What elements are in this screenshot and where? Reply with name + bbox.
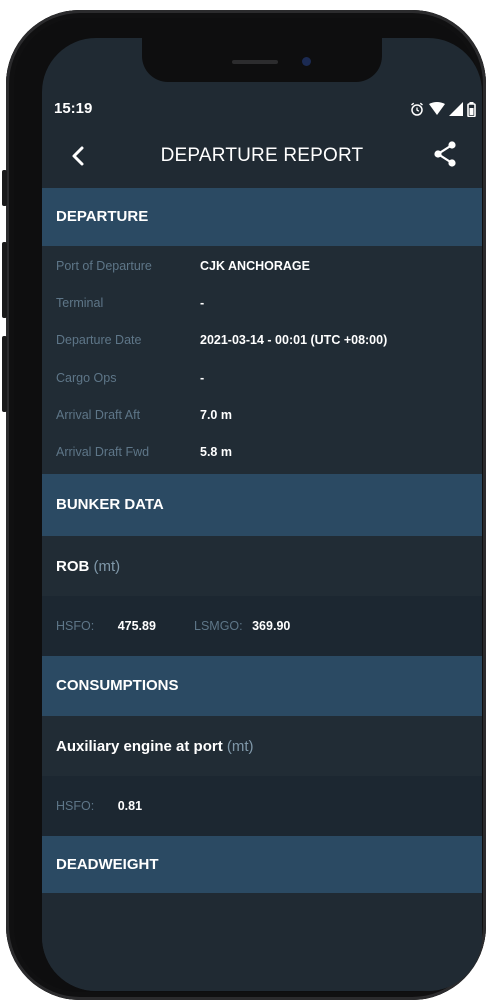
volume-down-button — [2, 336, 7, 412]
rob-title: ROB (mt) — [56, 558, 120, 575]
aux-engine-header: Auxiliary engine at port (mt) — [42, 716, 482, 776]
volume-up-button — [2, 242, 7, 318]
rob-header: ROB (mt) — [42, 536, 482, 596]
section-consumptions: CONSUMPTIONS — [42, 656, 482, 716]
side-button — [2, 170, 7, 206]
field-port-of-departure: Port of Departure CJK ANCHORAGE — [56, 259, 482, 279]
rob-label: ROB — [56, 558, 90, 575]
section-departure: DEPARTURE — [42, 188, 482, 246]
field-value: 5.8 m — [200, 445, 232, 459]
empty-area — [42, 893, 482, 991]
alarm-icon — [411, 102, 423, 116]
speaker — [232, 60, 278, 64]
aux-hsfo: HSFO: 0.81 — [56, 799, 142, 813]
aux-hsfo-value: 0.81 — [117, 799, 143, 813]
rob-values: HSFO: 475.89 LSMGO: 369.90 — [42, 596, 482, 656]
aux-engine-unit: (mt) — [226, 738, 254, 755]
status-time: 15:19 — [54, 100, 93, 117]
aux-engine-label: Auxiliary engine at port — [56, 738, 223, 755]
field-value: 7.0 m — [200, 408, 232, 422]
field-value: 2021-03-14 - 00:01 (UTC +08:00) — [200, 333, 388, 347]
rob-hsfo-value: 475.89 — [117, 619, 156, 633]
camera — [302, 57, 311, 66]
field-terminal: Terminal - — [56, 296, 482, 316]
rob-hsfo-label: HSFO: — [56, 619, 95, 633]
section-bunker-title: BUNKER DATA — [56, 496, 164, 513]
battery-icon — [467, 101, 476, 117]
signal-icon — [449, 102, 463, 116]
field-label: Port of Departure — [56, 259, 152, 273]
field-label: Departure Date — [56, 333, 142, 347]
field-cargo-ops: Cargo Ops - — [56, 371, 482, 391]
phone-frame: 15:19 DEPARTURE REPORT DEPARTURE Port of… — [2, 10, 486, 1000]
section-deadweight-title: DEADWEIGHT — [56, 856, 159, 873]
status-icons — [409, 98, 476, 120]
notch — [142, 38, 382, 82]
app-header: DEPARTURE REPORT — [42, 128, 482, 186]
page-title: DEPARTURE REPORT — [160, 145, 364, 166]
app-screen: 15:19 DEPARTURE REPORT DEPARTURE Port of… — [42, 38, 482, 991]
rob-unit: (mt) — [93, 558, 121, 575]
field-value: CJK ANCHORAGE — [200, 259, 310, 273]
aux-hsfo-label: HSFO: — [56, 799, 95, 813]
field-label: Arrival Draft Fwd — [56, 445, 150, 459]
rob-hsfo: HSFO: 475.89 — [56, 619, 156, 633]
field-value: - — [200, 371, 205, 385]
section-bunker-data: BUNKER DATA — [42, 474, 482, 536]
departure-fields: Port of Departure CJK ANCHORAGE Terminal… — [42, 246, 482, 474]
rob-lsmgo-label: LSMGO: — [194, 619, 243, 633]
section-consumptions-title: CONSUMPTIONS — [56, 677, 179, 694]
field-label: Terminal — [56, 296, 104, 310]
field-arrival-draft-fwd: Arrival Draft Fwd 5.8 m — [56, 445, 482, 465]
status-bar: 15:19 — [54, 98, 476, 120]
field-label: Cargo Ops — [56, 371, 117, 385]
wifi-icon — [429, 102, 445, 115]
field-value: - — [200, 296, 205, 310]
rob-lsmgo: LSMGO: 369.90 — [194, 619, 290, 633]
field-departure-date: Departure Date 2021-03-14 - 00:01 (UTC +… — [56, 333, 482, 353]
field-arrival-draft-aft: Arrival Draft Aft 7.0 m — [56, 408, 482, 428]
section-departure-title: DEPARTURE — [56, 208, 149, 225]
field-label: Arrival Draft Aft — [56, 408, 141, 422]
rob-lsmgo-value: 369.90 — [252, 619, 291, 633]
share-icon[interactable] — [432, 140, 458, 168]
section-deadweight[interactable]: DEADWEIGHT — [42, 836, 482, 894]
aux-engine-values: HSFO: 0.81 — [42, 776, 482, 836]
aux-engine-title: Auxiliary engine at port (mt) — [56, 738, 254, 755]
